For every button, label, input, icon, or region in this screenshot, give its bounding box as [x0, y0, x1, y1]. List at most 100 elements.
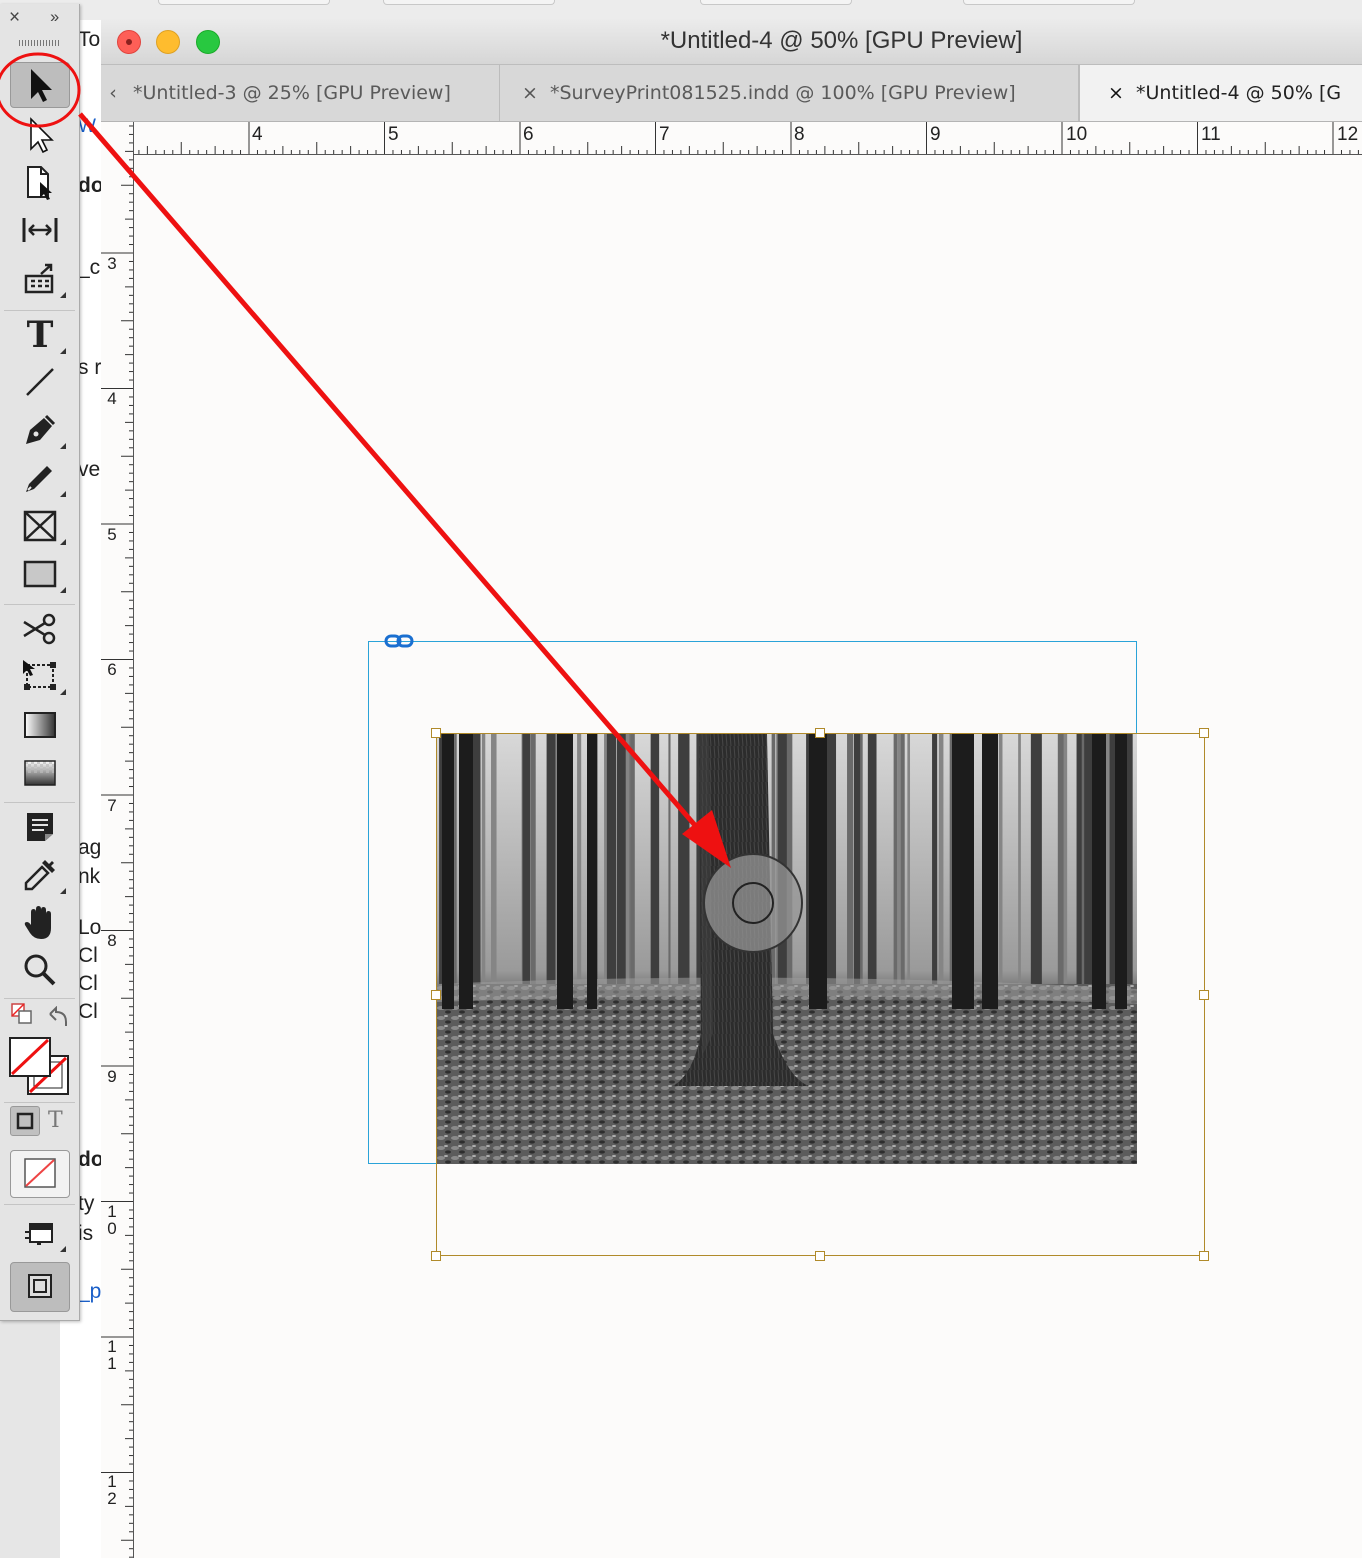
ruler-label: 12 — [107, 1472, 117, 1508]
gap-tool-icon — [22, 218, 58, 242]
ruler-label: 10 — [1066, 124, 1088, 145]
ruler-label: 4 — [107, 389, 117, 408]
type-tool-icon: T — [26, 314, 54, 356]
bg-text-fragment: _c — [78, 256, 101, 279]
ruler-label: 11 — [107, 1337, 117, 1373]
frame-handle-middle-right[interactable] — [1199, 990, 1209, 1000]
note-icon — [27, 813, 53, 841]
tab-label: *Untitled-4 @ 50% [G — [1136, 82, 1342, 104]
direct-selection-arrow-icon — [30, 117, 54, 153]
title-bar[interactable]: *Untitled-4 @ 50% [GPU Preview] — [101, 18, 1362, 65]
hand-tool-button[interactable] — [10, 900, 70, 946]
bg-text-fragment: Cl — [78, 972, 98, 995]
free-transform-tool-button[interactable] — [10, 653, 70, 699]
container-icon — [16, 1112, 34, 1130]
document-tab-bar: ‹ *Untitled-3 @ 25% [GPU Preview] × *Surve… — [101, 65, 1362, 122]
link-icon[interactable] — [384, 632, 414, 650]
bg-text-fragment: do — [78, 174, 102, 197]
bg-text-fragment: ag — [78, 836, 102, 859]
horizontal-ruler[interactable]: 4 5 6 7 8 9 10 11 12 — [133, 122, 1362, 155]
type-tool-button[interactable]: T — [10, 312, 70, 358]
image-frame[interactable] — [436, 733, 1205, 1256]
frame-handle-top-right[interactable] — [1199, 728, 1209, 738]
tab-scroll-left-icon[interactable]: ‹ — [101, 65, 125, 121]
fill-stroke-swatch[interactable] — [8, 1036, 72, 1098]
panel-grip[interactable] — [19, 40, 59, 46]
formatting-affects-container-button[interactable] — [10, 1106, 40, 1136]
screen-mode-button[interactable] — [10, 1210, 70, 1256]
direct-selection-tool-button[interactable] — [10, 112, 70, 158]
window-title: *Untitled-4 @ 50% [GPU Preview] — [660, 27, 1023, 54]
gradient-swatch-icon — [24, 712, 56, 738]
rectangle-tool-button[interactable] — [10, 551, 70, 597]
bg-text-fragment: do — [78, 1148, 102, 1171]
zoom-magnifier-icon — [24, 954, 56, 986]
formatting-affects-text-icon[interactable]: T — [48, 1108, 63, 1133]
bg-text-fragment: W — [78, 116, 96, 137]
tools-panel-header[interactable]: × ›› — [0, 4, 79, 32]
ruler-label: 9 — [930, 124, 941, 145]
default-fill-stroke-icon[interactable] — [10, 1002, 34, 1026]
close-tab-icon[interactable]: × — [518, 65, 542, 121]
top-strip — [0, 0, 1362, 20]
ruler-label: 11 — [1201, 124, 1221, 145]
frame-handle-bottom-center[interactable] — [815, 1251, 825, 1261]
pen-tool-button[interactable] — [10, 407, 70, 453]
rectangle-frame-tool-button[interactable] — [10, 503, 70, 549]
hand-icon — [24, 906, 51, 939]
frame-handle-bottom-right[interactable] — [1199, 1251, 1209, 1261]
tab-surveyprint[interactable]: × *SurveyPrint081525.indd @ 100% [GPU Pre… — [500, 65, 1079, 121]
tab-untitled-4[interactable]: × *Untitled-4 @ 50% [G — [1079, 65, 1362, 121]
screen-mode-icon — [25, 1223, 53, 1245]
close-panel-icon[interactable]: × — [9, 7, 20, 29]
ruler-label: 10 — [107, 1202, 117, 1238]
gradient-swatch-tool-button[interactable] — [10, 702, 70, 748]
bg-text-fragment: Cl — [78, 1000, 98, 1023]
ruler-label: 6 — [523, 124, 534, 145]
eyedropper-tool-button[interactable] — [10, 852, 70, 898]
bg-text-fragment: s r — [78, 356, 102, 379]
top-strip-segment — [383, 0, 555, 5]
ruler-label: 9 — [107, 1067, 117, 1086]
vertical-ruler[interactable]: 3 4 5 6 7 8 9 10 11 12 — [101, 122, 134, 1558]
frame-handle-bottom-left[interactable] — [431, 1251, 441, 1261]
frame-handle-top-left[interactable] — [431, 728, 441, 738]
scissors-tool-button[interactable] — [10, 606, 70, 652]
frame-handle-middle-left[interactable] — [431, 990, 441, 1000]
expand-panel-icon[interactable]: ›› — [50, 7, 59, 27]
content-collector-tool-button[interactable] — [10, 256, 70, 302]
tab-untitled-3[interactable]: ‹ *Untitled-3 @ 25% [GPU Preview] — [101, 65, 500, 121]
tab-label: *SurveyPrint081525.indd @ 100% [GPU Prev… — [550, 82, 1016, 104]
selection-tool-button[interactable] — [10, 62, 70, 108]
ruler-label: 5 — [107, 525, 117, 544]
pencil-tool-button[interactable] — [10, 455, 70, 501]
content-grabber-icon[interactable] — [702, 852, 804, 954]
tools-panel: × ›› T T — [0, 4, 80, 1321]
selection-arrow-icon — [31, 69, 52, 102]
bg-text-fragment: Lo — [78, 916, 102, 939]
gradient-feather-tool-button[interactable] — [10, 750, 70, 796]
bg-text-fragment: ve — [78, 458, 101, 481]
frame-handle-top-center[interactable] — [815, 728, 825, 738]
tab-label: *Untitled-3 @ 25% [GPU Preview] — [133, 82, 451, 104]
page-tool-button[interactable] — [10, 159, 70, 205]
apply-none-button[interactable] — [10, 1150, 70, 1198]
swap-fill-stroke-icon[interactable] — [46, 1006, 70, 1030]
pencil-tool-icon — [26, 466, 52, 492]
ruler-label: 6 — [107, 660, 117, 679]
close-tab-icon[interactable]: × — [1104, 65, 1128, 121]
bg-text-fragment: nk — [78, 865, 101, 888]
gap-tool-button[interactable] — [10, 207, 70, 253]
ruler-label: 7 — [107, 796, 117, 815]
line-tool-button[interactable] — [10, 359, 70, 405]
rectangle-frame-icon — [23, 510, 57, 542]
ruler-label: 5 — [388, 124, 399, 145]
rectangle-icon — [23, 560, 57, 588]
bg-text-fragment: is — [78, 1222, 94, 1245]
bg-text-fragment: ty — [78, 1192, 95, 1215]
top-strip-segment — [700, 0, 852, 5]
zoom-tool-button[interactable] — [10, 947, 70, 993]
view-mode-button[interactable] — [10, 1262, 70, 1312]
ruler-label: 8 — [107, 931, 117, 950]
note-tool-button[interactable] — [10, 804, 70, 850]
